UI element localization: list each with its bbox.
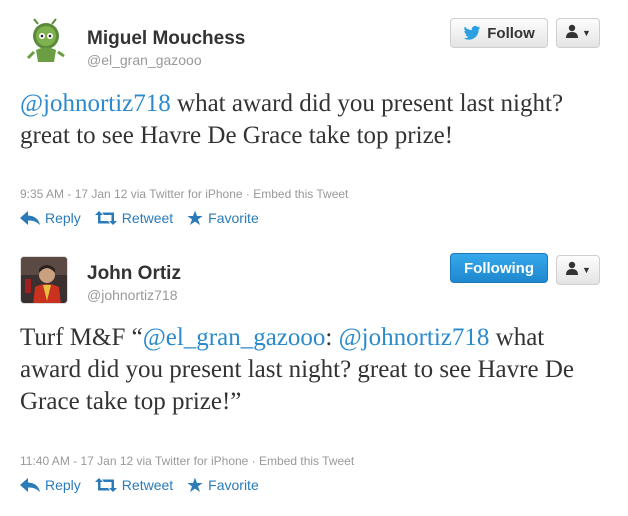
reply-button[interactable]: Reply bbox=[20, 210, 81, 226]
reply-button[interactable]: Reply bbox=[20, 477, 81, 493]
following-button[interactable]: Following bbox=[450, 253, 548, 283]
user-icon bbox=[565, 261, 579, 279]
tweet-actions: Reply Retweet Favorite bbox=[20, 477, 273, 493]
retweet-label: Retweet bbox=[121, 210, 174, 226]
favorite-star-icon bbox=[187, 477, 203, 492]
author-name[interactable]: John Ortiz bbox=[87, 263, 181, 285]
retweet-icon bbox=[94, 478, 117, 492]
favorite-label: Favorite bbox=[208, 477, 259, 493]
retweet-button[interactable]: Retweet bbox=[94, 477, 174, 493]
avatar[interactable] bbox=[20, 256, 68, 304]
favorite-star-icon bbox=[187, 210, 203, 225]
tweet-meta[interactable]: 11:40 AM - 17 Jan 12 via Twitter for iPh… bbox=[20, 454, 354, 468]
favorite-label: Favorite bbox=[208, 210, 259, 226]
favorite-button[interactable]: Favorite bbox=[187, 210, 259, 226]
avatar[interactable] bbox=[20, 18, 68, 66]
reply-label: Reply bbox=[45, 477, 81, 493]
reply-label: Reply bbox=[45, 210, 81, 226]
user-actions-button[interactable]: ▼ bbox=[556, 18, 600, 48]
tweet-text-prefix: Turf M&F “ bbox=[20, 324, 143, 351]
author-name[interactable]: Miguel Mouchess bbox=[87, 28, 245, 50]
retweet-label: Retweet bbox=[121, 477, 174, 493]
following-button-label: Following bbox=[464, 259, 534, 277]
retweet-icon bbox=[94, 211, 117, 225]
mention-link[interactable]: @el_gran_gazooo bbox=[143, 324, 326, 351]
tweet-actions: Reply Retweet Favorite bbox=[20, 210, 273, 226]
tweet-text: Turf M&F “@el_gran_gazooo: @johnortiz718… bbox=[20, 322, 610, 418]
chevron-down-icon: ▼ bbox=[582, 28, 591, 38]
favorite-button[interactable]: Favorite bbox=[187, 477, 259, 493]
tweet-text: @johnortiz718 what award did you present… bbox=[20, 88, 610, 152]
tweet-meta[interactable]: 9:35 AM - 17 Jan 12 via Twitter for iPho… bbox=[20, 187, 348, 201]
reply-icon bbox=[20, 211, 40, 225]
user-actions-button[interactable]: ▼ bbox=[556, 255, 600, 285]
chevron-down-icon: ▼ bbox=[582, 265, 591, 275]
follow-button-label: Follow bbox=[487, 24, 535, 42]
tweet-card: Miguel Mouchess @el_gran_gazooo Follow ▼… bbox=[0, 0, 628, 250]
follow-button[interactable]: Follow bbox=[450, 18, 548, 48]
mention-link[interactable]: @johnortiz718 bbox=[339, 324, 490, 351]
author-handle[interactable]: @johnortiz718 bbox=[87, 287, 178, 303]
mention-link[interactable]: @johnortiz718 bbox=[20, 90, 171, 117]
retweet-button[interactable]: Retweet bbox=[94, 210, 174, 226]
twitter-bird-icon bbox=[463, 26, 481, 40]
tweet-card: John Ortiz @johnortiz718 Following ▼ Tur… bbox=[0, 250, 628, 516]
user-icon bbox=[565, 24, 579, 42]
reply-icon bbox=[20, 478, 40, 492]
tweet-text-separator: : bbox=[325, 324, 339, 351]
author-handle[interactable]: @el_gran_gazooo bbox=[87, 52, 202, 68]
